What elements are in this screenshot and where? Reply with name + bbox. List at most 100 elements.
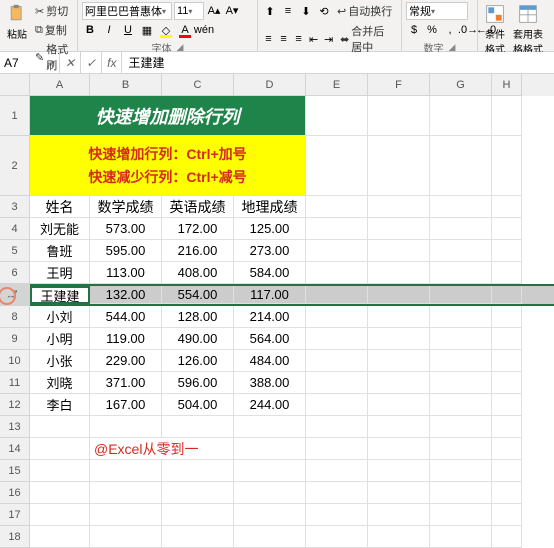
indent-inc-button[interactable]: ⇥ [322,31,335,47]
cell[interactable] [90,482,162,504]
header-cell[interactable]: 地理成绩 [234,196,306,218]
percent-button[interactable]: % [424,22,440,38]
cell[interactable] [234,482,306,504]
cell[interactable] [306,306,368,328]
cell[interactable] [492,306,522,328]
col-header[interactable]: C [162,74,234,96]
cell[interactable] [30,438,90,460]
cell[interactable] [492,438,522,460]
cell[interactable] [492,136,522,196]
cell[interactable] [492,416,522,438]
align-bottom-button[interactable]: ⬇ [298,3,314,19]
cell[interactable] [492,240,522,262]
cell[interactable] [430,504,492,526]
cell[interactable] [368,306,430,328]
orientation-button[interactable]: ⟲ [316,3,332,19]
cell[interactable] [306,328,368,350]
cell[interactable] [368,394,430,416]
cell[interactable]: 小明 [30,328,90,350]
cell[interactable] [368,96,430,136]
comma-button[interactable]: , [442,22,458,38]
italic-button[interactable]: I [101,22,117,38]
cell[interactable]: 214.00 [234,306,306,328]
cell[interactable] [492,218,522,240]
currency-button[interactable]: $ [406,22,422,38]
cell[interactable]: 484.00 [234,350,306,372]
cell[interactable] [492,526,522,548]
cell[interactable] [306,438,368,460]
row-header[interactable]: 1 [0,96,30,136]
cell[interactable]: 573.00 [90,218,162,240]
cell[interactable] [30,526,90,548]
cell[interactable] [368,136,430,196]
cell[interactable] [430,482,492,504]
cell[interactable]: 564.00 [234,328,306,350]
bold-button[interactable]: B [82,22,98,38]
row-header[interactable]: 12 [0,394,30,416]
row-header[interactable]: 3 [0,196,30,218]
cell[interactable] [306,482,368,504]
row-header[interactable]: 9 [0,328,30,350]
col-header[interactable]: A [30,74,90,96]
cell[interactable] [492,262,522,284]
row-header-selected[interactable]: ↔7 [0,284,30,306]
cell[interactable] [492,328,522,350]
cell[interactable] [162,460,234,482]
row-header[interactable]: 18 [0,526,30,548]
cell[interactable]: 128.00 [162,306,234,328]
cell[interactable] [492,394,522,416]
cell[interactable] [306,96,368,136]
cell[interactable] [430,438,492,460]
cell[interactable] [306,218,368,240]
cell[interactable] [90,526,162,548]
cell[interactable]: 王明 [30,262,90,284]
cell[interactable]: 408.00 [162,262,234,284]
cell[interactable] [492,460,522,482]
header-cell[interactable]: 数学成绩 [90,196,162,218]
cell[interactable] [492,482,522,504]
cell[interactable] [30,504,90,526]
cell[interactable] [430,306,492,328]
row-header[interactable]: 6 [0,262,30,284]
cut-button[interactable]: ✂剪切 [32,2,73,20]
cell[interactable]: 117.00 [234,286,306,304]
cell[interactable]: 388.00 [234,372,306,394]
paste-button[interactable]: 粘贴 [4,2,30,43]
cell[interactable]: 小刘 [30,306,90,328]
align-center-button[interactable]: ≡ [277,31,290,47]
align-left-button[interactable]: ≡ [262,31,275,47]
cell[interactable] [368,460,430,482]
cancel-formula-button[interactable]: ✕ [60,52,81,73]
col-header[interactable]: F [368,74,430,96]
col-header[interactable]: B [90,74,162,96]
cell[interactable]: 鲁班 [30,240,90,262]
cell[interactable] [306,196,368,218]
cell[interactable] [306,262,368,284]
cell[interactable] [430,460,492,482]
row-header[interactable]: 8 [0,306,30,328]
row-header[interactable]: 2 [0,136,30,196]
cell[interactable] [368,286,430,304]
cell[interactable] [368,350,430,372]
font-color-button[interactable]: A [177,22,193,38]
cell[interactable]: 113.00 [90,262,162,284]
cell[interactable] [492,504,522,526]
cell[interactable] [30,460,90,482]
cell[interactable] [90,416,162,438]
cell[interactable] [306,350,368,372]
col-header[interactable]: G [430,74,492,96]
cell[interactable] [234,438,306,460]
cell[interactable] [30,416,90,438]
cell[interactable] [368,240,430,262]
cell[interactable]: 刘晓 [30,372,90,394]
cell[interactable] [368,196,430,218]
cell[interactable] [430,262,492,284]
col-header[interactable]: E [306,74,368,96]
row-header[interactable]: 4 [0,218,30,240]
cell[interactable] [492,372,522,394]
format-as-table-button[interactable]: 套用表格格式 [510,2,546,58]
cell[interactable]: 544.00 [90,306,162,328]
cell[interactable]: 584.00 [234,262,306,284]
enter-formula-button[interactable]: ✓ [81,52,102,73]
cell[interactable] [368,504,430,526]
